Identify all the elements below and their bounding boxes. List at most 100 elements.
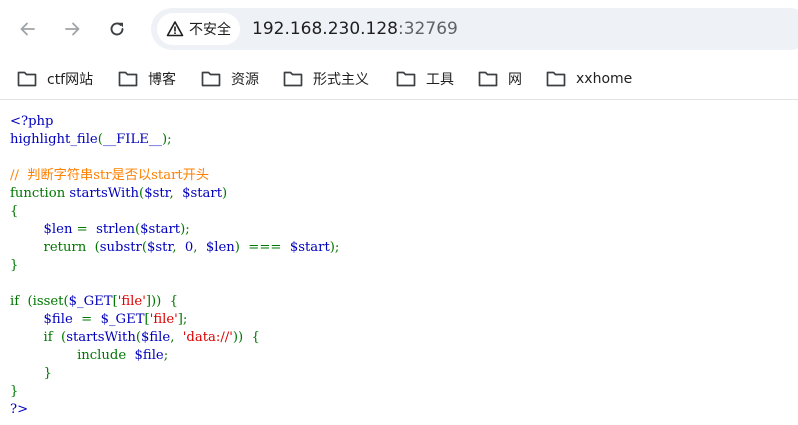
code-token: 'file': [117, 294, 146, 309]
code-token: ,: [170, 330, 183, 345]
code-token: startsWith: [66, 330, 136, 345]
code-token: ,: [193, 240, 206, 255]
bookmarks-bar: ctf网站 博客 资源 形式主义 工具 网 xxhome: [0, 58, 798, 100]
bookmark-label: 工具: [426, 72, 454, 88]
code-line: function startsWith($str, $start): [10, 186, 227, 201]
bookmark-folder-formalism[interactable]: 形式主义: [283, 64, 369, 94]
bookmark-folder-xxhome[interactable]: xxhome: [546, 64, 632, 94]
code-line: <?php: [10, 114, 54, 129]
security-chip[interactable]: 不安全: [157, 13, 240, 45]
code-token: if: [10, 330, 62, 345]
code-token: $len: [205, 240, 235, 255]
code-token: $len: [43, 222, 77, 237]
bookmark-label: xxhome: [576, 71, 633, 87]
back-button[interactable]: [12, 13, 44, 45]
code-line: $len = strlen($start);: [10, 222, 190, 237]
code-line: if (startsWith($file, 'data://')) {: [10, 330, 260, 345]
code-token: $_GET: [68, 294, 113, 309]
code-line: {: [10, 204, 18, 219]
code-token: $_GET: [100, 312, 145, 327]
code-line: return (substr($str, 0, $len) === $start…: [10, 240, 340, 255]
code-token: }: [10, 366, 52, 381]
code-token: );: [162, 132, 172, 147]
code-line: highlight_file(__FILE__);: [10, 132, 172, 147]
code-token: (isset(: [27, 294, 69, 309]
bookmark-folder-ctf[interactable]: ctf网站: [17, 64, 93, 94]
code-token: ,: [169, 186, 183, 201]
forward-button[interactable]: [56, 13, 88, 45]
bookmark-label: ctf网站: [47, 72, 94, 88]
bookmark-folder-blog[interactable]: 博客: [118, 64, 176, 94]
folder-icon: [546, 71, 566, 87]
bookmark-label: 形式主义: [313, 72, 369, 88]
folder-icon: [283, 71, 303, 87]
code-token: $start: [289, 240, 330, 255]
code-token: }: [10, 258, 19, 273]
code-token: __FILE__: [102, 132, 163, 147]
folder-icon: [478, 71, 498, 87]
code-token: $start: [182, 186, 223, 201]
code-line: ?>: [10, 402, 28, 417]
url-host: 192.168.230.128: [252, 19, 399, 39]
bookmark-folder-resources[interactable]: 资源: [201, 64, 259, 94]
bookmark-folder-web[interactable]: 网: [478, 64, 522, 94]
code-token: }: [10, 384, 19, 399]
code-line: $file = $_GET['file'];: [10, 312, 188, 327]
code-token: $file: [43, 312, 82, 327]
code-token: );: [180, 222, 190, 237]
code-token: ?>: [10, 402, 29, 417]
reload-button[interactable]: [101, 13, 133, 45]
code-token: {: [10, 204, 19, 219]
code-line: }: [10, 366, 52, 381]
bookmark-folder-tools[interactable]: 工具: [396, 64, 454, 94]
code-token: ;: [163, 348, 169, 363]
reload-icon: [110, 22, 124, 36]
code-token: // 判断字符串str是否以start开头: [10, 168, 210, 183]
code-token: $file: [134, 348, 164, 363]
browser-toolbar: 不安全 192.168.230.128:32769: [0, 0, 798, 58]
code-line: // 判断字符串str是否以start开头: [10, 168, 209, 183]
code-token: $start: [140, 222, 181, 237]
code-token: return: [10, 240, 95, 255]
code-token: if: [10, 294, 28, 309]
page-content: <?php highlight_file(__FILE__); // 判断字符串…: [10, 113, 339, 419]
code-token: ) ===: [234, 240, 290, 255]
code-token: ): [222, 186, 228, 201]
bookmark-label: 博客: [148, 72, 176, 88]
code-token: include: [10, 348, 135, 363]
folder-icon: [201, 71, 221, 87]
folder-icon: [396, 71, 416, 87]
code-token: function: [10, 186, 70, 201]
security-label: 不安全: [189, 22, 231, 38]
code-token: ];: [177, 312, 188, 327]
code-line: if (isset($_GET['file'])) {: [10, 294, 178, 309]
code-line: }: [10, 258, 18, 273]
code-token: =: [81, 312, 101, 327]
code-token: $str: [144, 186, 170, 201]
code-token: strlen: [96, 222, 135, 237]
code-line: include $file;: [10, 348, 168, 363]
url-text[interactable]: 192.168.230.128:32769: [252, 18, 458, 40]
code-token: 'file': [149, 312, 178, 327]
address-bar[interactable]: 不安全 192.168.230.128:32769: [151, 8, 798, 50]
arrow-right-icon: [65, 22, 80, 36]
code-token: ])) {: [145, 294, 179, 309]
url-port: :32769: [398, 19, 458, 39]
code-line: }: [10, 384, 18, 399]
code-token: substr: [99, 240, 142, 255]
warning-triangle-icon: [166, 21, 184, 37]
code-token: highlight_file: [10, 132, 98, 147]
code-token: $file: [140, 330, 171, 345]
code-token: );: [329, 240, 340, 255]
code-token: ,: [172, 240, 185, 255]
code-token: )) {: [232, 330, 260, 345]
php-source-code: <?php highlight_file(__FILE__); // 判断字符串…: [10, 113, 339, 419]
code-token: =: [76, 222, 97, 237]
code-token: $str: [147, 240, 173, 255]
code-token: startsWith: [69, 186, 140, 201]
folder-icon: [118, 71, 138, 87]
bookmark-label: 资源: [231, 72, 259, 88]
code-token: <?php: [10, 114, 54, 129]
code-token: 'data://': [182, 330, 233, 345]
